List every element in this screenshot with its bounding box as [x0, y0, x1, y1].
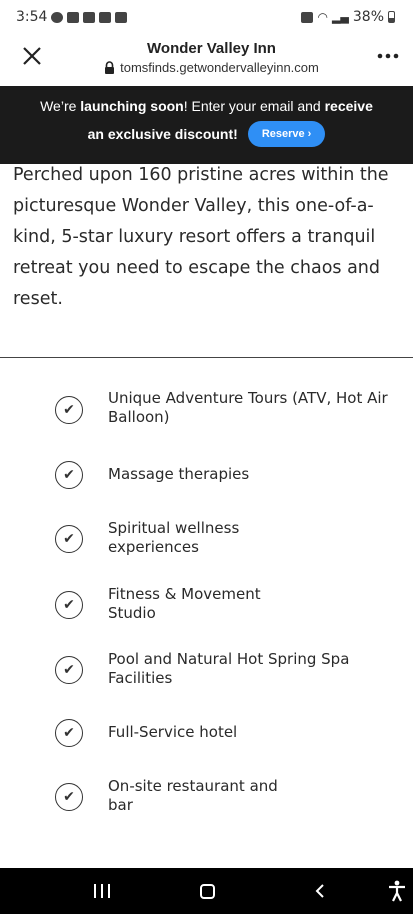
browser-header: Wonder Valley Inn tomsfinds.getwonderval… — [0, 34, 413, 84]
list-item: ✔ Unique Adventure Tours (ATV, Hot Air B… — [0, 384, 413, 440]
feature-label: Unique Adventure Tours (ATV, Hot Air Bal… — [108, 389, 388, 426]
check-circle-icon: ✔ — [55, 461, 83, 489]
back-icon — [315, 884, 324, 898]
battery-icon — [388, 11, 395, 23]
promo-line-1: We’re launching soon! Enter your email a… — [0, 98, 413, 114]
feature-label: Spiritual wellness experiences — [108, 519, 240, 556]
home-icon — [199, 883, 215, 899]
status-bar: 3:54 ◠ ▂▄ 38% — [0, 0, 413, 34]
promo-bold-text: an exclusive discount! — [87, 126, 238, 142]
accessibility-button[interactable] — [380, 868, 413, 914]
more-icon — [377, 53, 399, 59]
mail-icon — [83, 11, 96, 23]
site-info[interactable]: Wonder Valley Inn tomsfinds.getwonderval… — [70, 40, 353, 75]
notification-icon — [99, 11, 112, 23]
notification-icon — [115, 11, 128, 23]
list-item: ✔ Pool and Natural Hot Spring Spa Facili… — [0, 647, 413, 703]
feature-label: On-site restaurant and bar — [108, 777, 278, 814]
promo-banner: We’re launching soon! Enter your email a… — [0, 86, 413, 164]
check-circle-icon: ✔ — [55, 719, 83, 747]
feature-label: Fitness & Movement Studio — [108, 585, 261, 622]
screen: 3:54 ◠ ▂▄ 38% Wonder Valley Inn tomsfind… — [0, 0, 413, 914]
list-item: ✔ Full-Service hotel — [0, 716, 413, 772]
recents-button[interactable] — [82, 868, 122, 914]
signal-icon: ▂▄ — [331, 10, 349, 24]
promo-line-2: an exclusive discount! Reserve › — [0, 121, 413, 147]
lock-icon — [105, 61, 115, 74]
recents-icon — [94, 884, 110, 898]
feature-label: Pool and Natural Hot Spring Spa Faciliti… — [108, 650, 350, 687]
intro-paragraph: Perched upon 160 pristine acres within t… — [13, 165, 389, 309]
feature-label: Massage therapies — [108, 465, 250, 483]
list-item: ✔ On-site restaurant and bar — [0, 774, 413, 830]
wifi-icon: ◠ — [317, 10, 328, 24]
close-icon — [23, 47, 41, 65]
system-nav-bar — [0, 868, 413, 914]
promo-text: ! Enter your email and — [183, 98, 325, 114]
site-url-row: tomsfinds.getwondervalleyinn.com — [70, 60, 353, 75]
close-button[interactable] — [18, 42, 46, 70]
list-item: ✔ Massage therapies — [0, 458, 413, 514]
list-item: ✔ Fitness & Movement Studio — [0, 582, 413, 638]
divider — [0, 357, 413, 358]
status-left: 3:54 — [16, 9, 128, 25]
notification-icon — [67, 11, 80, 23]
accessibility-icon — [388, 880, 405, 902]
battery-percent: 38% — [352, 9, 384, 25]
check-circle-icon: ✔ — [55, 783, 83, 811]
promo-bold-text: receive — [324, 98, 373, 114]
status-right: ◠ ▂▄ 38% — [301, 9, 395, 25]
list-item: ✔ Spiritual wellness experiences — [0, 516, 413, 572]
check-circle-icon: ✔ — [55, 656, 83, 684]
feature-label: Full-Service hotel — [108, 723, 238, 741]
alarm-icon — [301, 11, 314, 23]
site-title: Wonder Valley Inn — [147, 40, 276, 57]
check-circle-icon: ✔ — [55, 525, 83, 553]
promo-bold-text: launching soon — [80, 98, 184, 114]
more-options-button[interactable] — [373, 44, 403, 68]
notification-icon — [51, 11, 64, 23]
status-time: 3:54 — [16, 9, 48, 25]
check-circle-icon: ✔ — [55, 591, 83, 619]
promo-text: We’re — [40, 98, 81, 114]
site-url: tomsfinds.getwondervalleyinn.com — [120, 60, 319, 75]
back-button[interactable] — [300, 868, 340, 914]
home-button[interactable] — [187, 868, 227, 914]
reserve-button[interactable]: Reserve › — [247, 121, 326, 147]
check-circle-icon: ✔ — [55, 396, 83, 424]
